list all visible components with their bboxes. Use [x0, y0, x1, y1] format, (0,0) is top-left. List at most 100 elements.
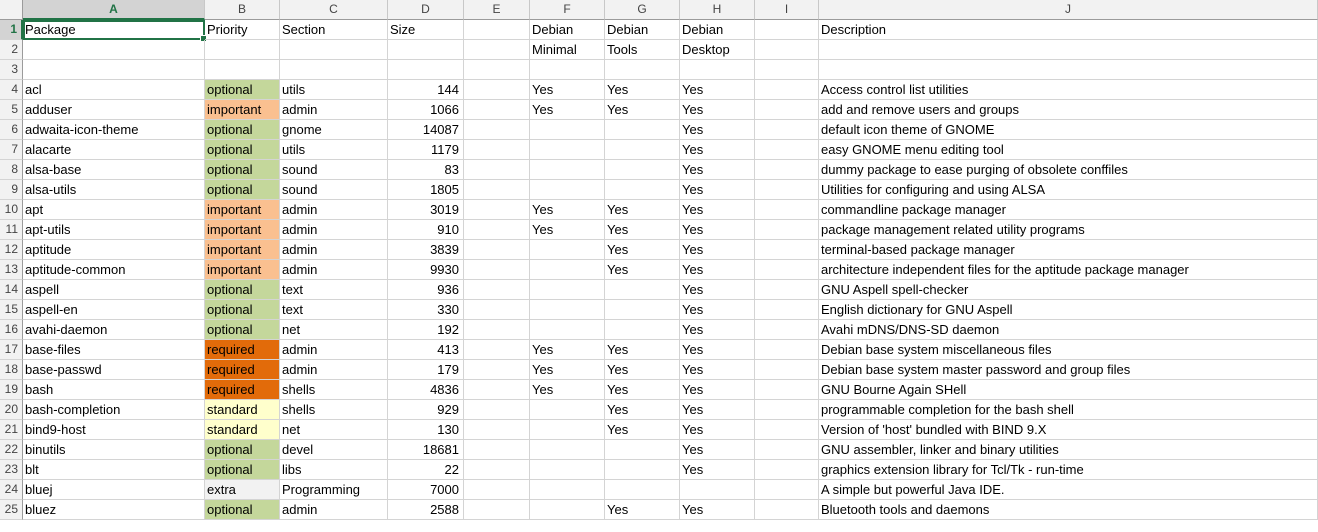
cell-empty[interactable] — [464, 120, 530, 140]
cell-tools[interactable]: Yes — [605, 380, 680, 400]
cell-priority[interactable]: optional — [205, 140, 280, 160]
cell-section[interactable]: libs — [280, 460, 388, 480]
cell-description[interactable]: commandline package manager — [819, 200, 1318, 220]
cell-empty[interactable] — [680, 60, 755, 80]
row-header[interactable]: 17 — [0, 340, 23, 360]
cell-tools[interactable] — [605, 300, 680, 320]
cell-section[interactable]: admin — [280, 240, 388, 260]
cell-description[interactable]: architecture independent files for the a… — [819, 260, 1318, 280]
cell-section[interactable]: utils — [280, 140, 388, 160]
row-header[interactable]: 1 — [0, 20, 23, 40]
cell-priority[interactable]: optional — [205, 280, 280, 300]
cell-size[interactable]: 18681 — [388, 440, 464, 460]
cell-package[interactable]: alsa-utils — [23, 180, 205, 200]
cell-empty[interactable] — [755, 100, 819, 120]
cell-empty[interactable] — [464, 360, 530, 380]
cell-package[interactable]: binutils — [23, 440, 205, 460]
cell-size[interactable]: 14087 — [388, 120, 464, 140]
cell-minimal[interactable]: Yes — [530, 220, 605, 240]
cell-priority[interactable]: optional — [205, 180, 280, 200]
row-header[interactable]: 25 — [0, 500, 23, 520]
cell-tools[interactable]: Yes — [605, 240, 680, 260]
row-header[interactable]: 16 — [0, 320, 23, 340]
cell-empty[interactable] — [755, 60, 819, 80]
cell-empty[interactable] — [755, 240, 819, 260]
cell-priority[interactable]: standard — [205, 400, 280, 420]
cell-empty[interactable] — [464, 240, 530, 260]
cell-minimal[interactable]: Yes — [530, 100, 605, 120]
cell-tools[interactable] — [605, 140, 680, 160]
column-header-i[interactable]: I — [755, 0, 819, 20]
cell-empty[interactable] — [464, 180, 530, 200]
row-header[interactable]: 20 — [0, 400, 23, 420]
cell-package[interactable]: bash-completion — [23, 400, 205, 420]
cell-section[interactable]: admin — [280, 500, 388, 520]
cell-priority[interactable]: optional — [205, 300, 280, 320]
cell-minimal-header-2[interactable]: Minimal — [530, 40, 605, 60]
row-header[interactable]: 23 — [0, 460, 23, 480]
cell-package[interactable]: apt — [23, 200, 205, 220]
cell-priority[interactable]: standard — [205, 420, 280, 440]
cell-empty[interactable] — [819, 60, 1318, 80]
cell-empty[interactable] — [755, 260, 819, 280]
cell-desktop[interactable]: Yes — [680, 440, 755, 460]
cell-empty[interactable] — [755, 440, 819, 460]
cell-priority-header[interactable]: Priority — [205, 20, 280, 40]
cell-empty[interactable] — [464, 280, 530, 300]
cell-tools[interactable]: Yes — [605, 200, 680, 220]
cell-package[interactable]: bind9-host — [23, 420, 205, 440]
row-header[interactable]: 22 — [0, 440, 23, 460]
cell-size[interactable]: 179 — [388, 360, 464, 380]
cell-package[interactable]: base-passwd — [23, 360, 205, 380]
cell-package[interactable]: apt-utils — [23, 220, 205, 240]
cell-minimal[interactable] — [530, 180, 605, 200]
column-header-h[interactable]: H — [680, 0, 755, 20]
cell-desktop[interactable]: Yes — [680, 380, 755, 400]
cell-description[interactable]: Access control list utilities — [819, 80, 1318, 100]
cell-empty[interactable] — [464, 300, 530, 320]
cell-description[interactable]: default icon theme of GNOME — [819, 120, 1318, 140]
cell-description[interactable]: dummy package to ease purging of obsolet… — [819, 160, 1318, 180]
cell-description[interactable]: GNU Bourne Again SHell — [819, 380, 1318, 400]
cell-empty[interactable] — [464, 200, 530, 220]
cell-package[interactable]: acl — [23, 80, 205, 100]
cell-description[interactable]: Bluetooth tools and daemons — [819, 500, 1318, 520]
cell-package[interactable]: aptitude-common — [23, 260, 205, 280]
cell-empty[interactable] — [23, 40, 205, 60]
cell-minimal[interactable] — [530, 280, 605, 300]
cell-description[interactable]: easy GNOME menu editing tool — [819, 140, 1318, 160]
cell-package[interactable]: base-files — [23, 340, 205, 360]
cell-desktop[interactable]: Yes — [680, 280, 755, 300]
row-header[interactable]: 13 — [0, 260, 23, 280]
cell-empty[interactable] — [464, 220, 530, 240]
cell-size[interactable]: 1066 — [388, 100, 464, 120]
cell-size[interactable]: 2588 — [388, 500, 464, 520]
cell-empty[interactable] — [464, 380, 530, 400]
cell-tools[interactable] — [605, 480, 680, 500]
cell-priority[interactable]: important — [205, 260, 280, 280]
row-header[interactable]: 3 — [0, 60, 23, 80]
cell-empty[interactable] — [464, 320, 530, 340]
cell-priority[interactable]: optional — [205, 80, 280, 100]
cell-section[interactable]: admin — [280, 340, 388, 360]
row-header[interactable]: 5 — [0, 100, 23, 120]
cell-tools[interactable] — [605, 280, 680, 300]
cell-section[interactable]: net — [280, 420, 388, 440]
cell-section[interactable]: shells — [280, 380, 388, 400]
cell-empty[interactable] — [280, 60, 388, 80]
row-header[interactable]: 9 — [0, 180, 23, 200]
cell-size[interactable]: 1179 — [388, 140, 464, 160]
cell-empty[interactable] — [755, 280, 819, 300]
cell-desktop[interactable]: Yes — [680, 180, 755, 200]
cell-empty[interactable] — [464, 160, 530, 180]
cell-size-header[interactable]: Size — [388, 20, 464, 40]
cell-minimal[interactable] — [530, 300, 605, 320]
cell-minimal[interactable] — [530, 160, 605, 180]
cell-tools-header[interactable]: Debian — [605, 20, 680, 40]
cell-tools[interactable]: Yes — [605, 400, 680, 420]
cell-minimal[interactable]: Yes — [530, 360, 605, 380]
cell-package[interactable]: adwaita-icon-theme — [23, 120, 205, 140]
cell-tools[interactable] — [605, 160, 680, 180]
cell-package[interactable]: alacarte — [23, 140, 205, 160]
cell-description[interactable]: Debian base system master password and g… — [819, 360, 1318, 380]
